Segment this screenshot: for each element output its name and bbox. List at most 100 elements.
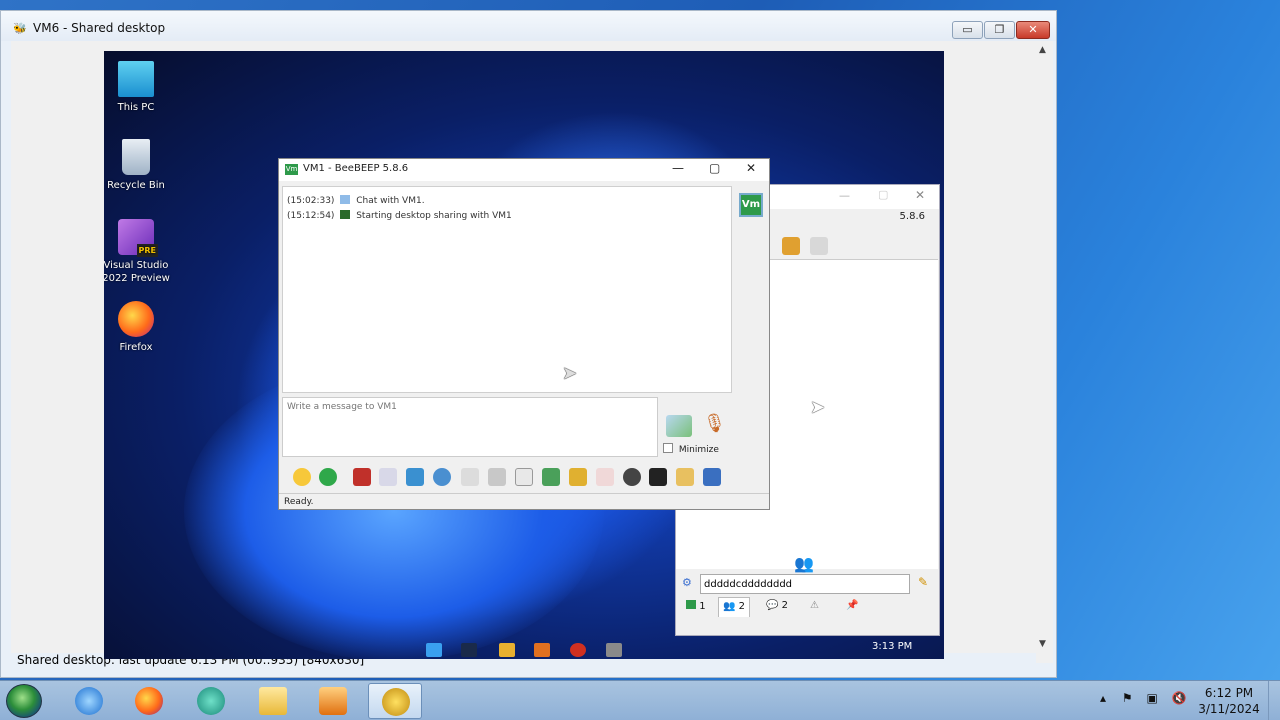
firefox-icon	[135, 687, 163, 715]
maximize-icon[interactable]: ▢	[878, 188, 888, 201]
minimize-label: Minimize	[678, 445, 719, 455]
tab-groups[interactable]: 👥 2	[718, 597, 751, 617]
taskbar-beebeep[interactable]	[368, 683, 422, 719]
emoticon-icon[interactable]	[293, 468, 311, 486]
chat-history[interactable]: (15:02:33) Chat with VM1. (15:12:54) Sta…	[282, 186, 732, 393]
beebeep-bee-icon: 🐝	[13, 22, 27, 35]
font-color-icon[interactable]	[379, 468, 397, 486]
show-hidden-icons-icon[interactable]: ▴	[1100, 691, 1106, 705]
minimize-option[interactable]: Minimize	[663, 443, 719, 455]
close-icon[interactable]: ✕	[915, 188, 925, 202]
beebeep-icon[interactable]	[606, 643, 622, 657]
network-icon[interactable]: ▣	[1146, 691, 1157, 705]
remote-mouse-cursor-icon: ➤	[562, 363, 578, 384]
code-icon[interactable]	[596, 468, 614, 486]
flag-icon[interactable]: ⚑	[1122, 691, 1133, 705]
clock-date: 3/11/2024	[1198, 702, 1260, 716]
user-avatar[interactable]: Vm	[739, 193, 763, 217]
taskbar-chat-app[interactable]	[184, 683, 238, 719]
message-time: (15:02:33)	[287, 196, 335, 206]
message-input[interactable]	[282, 397, 658, 457]
chat-titlebar[interactable]: Vm VM1 - BeeBEEP 5.8.6 — ▢ ✕	[279, 159, 769, 181]
detach-icon[interactable]	[703, 468, 721, 486]
window-titlebar[interactable]: 🐝 VM6 - Shared desktop ▭ ❐ ✕	[1, 11, 1056, 41]
file-icon: 📌	[846, 600, 859, 611]
chat-window-title: VM1 - BeeBEEP 5.8.6	[303, 163, 409, 174]
minimize-button[interactable]: ▭	[952, 21, 983, 39]
taskbar-firefox[interactable]	[122, 683, 176, 719]
clear-icon[interactable]: ✎	[918, 575, 928, 589]
remote-desktop-view[interactable]: This PC Recycle Bin PRE Visual Studio 20…	[104, 51, 944, 659]
desktop-icon-recycle-bin[interactable]: Recycle Bin	[104, 139, 176, 192]
clock-time: 6:12 PM	[1204, 686, 1254, 700]
firefox-icon[interactable]	[534, 643, 550, 657]
chrome-icon[interactable]	[570, 643, 586, 657]
beebeep-logo-icon: Vm	[285, 164, 298, 175]
tab-files[interactable]: 📌	[842, 597, 862, 617]
desktop-share-icon	[340, 210, 351, 219]
volume-muted-icon[interactable]: 🔇	[1172, 691, 1187, 705]
spell-check-icon[interactable]	[461, 468, 479, 486]
show-desktop-button[interactable]	[1268, 681, 1280, 720]
nudge-icon[interactable]	[319, 468, 337, 486]
close-button[interactable]: ✕	[1016, 21, 1050, 39]
desktop-icon-label: Recycle Bin	[107, 180, 165, 191]
chat-status-bar: Ready.	[279, 493, 769, 511]
vertical-scrollbar[interactable]: ▲ ▼	[1036, 41, 1053, 663]
group-icon: 👥	[723, 601, 736, 612]
search-icon[interactable]	[461, 643, 477, 657]
screenshot-icon[interactable]	[623, 468, 641, 486]
trash-icon[interactable]	[810, 237, 828, 255]
minimize-checkbox[interactable]	[663, 443, 673, 453]
start-button[interactable]	[6, 684, 42, 718]
tab-users[interactable]: 1	[682, 597, 710, 617]
tab-history[interactable]: ⚠	[806, 597, 823, 617]
send-icon[interactable]	[666, 415, 692, 437]
folder-icon[interactable]	[499, 643, 515, 657]
host-taskbar: ▴ ⚑ ▣ 🔇 6:12 PM 3/11/2024	[0, 680, 1280, 720]
maximize-button[interactable]: ❐	[984, 21, 1015, 39]
share-icon[interactable]	[782, 237, 800, 255]
scroll-up-arrow-icon[interactable]: ▲	[1039, 45, 1046, 55]
system-tray: ▴ ⚑ ▣ 🔇	[1100, 691, 1187, 705]
chat-icon: 💬	[766, 600, 779, 611]
completer-icon[interactable]	[488, 468, 506, 486]
recycle-bin-icon	[122, 139, 150, 175]
close-icon[interactable]: ✕	[746, 161, 756, 175]
microphone-icon[interactable]: 🎙	[703, 413, 726, 434]
chat-app-icon	[197, 687, 225, 715]
desktop-icon-this-pc[interactable]: This PC	[104, 61, 176, 114]
media-player-icon	[319, 687, 347, 715]
scroll-down-arrow-icon[interactable]: ▼	[1039, 639, 1046, 649]
tab-count: 2	[781, 600, 789, 611]
tab-chats[interactable]: 💬 2	[762, 597, 792, 617]
group-icon: 👥	[794, 554, 814, 573]
firefox-icon	[118, 301, 154, 337]
preview-badge: PRE	[136, 244, 158, 257]
taskbar-media-player[interactable]	[306, 683, 360, 719]
tab-count: 2	[738, 601, 746, 612]
save-icon[interactable]	[676, 468, 694, 486]
contact-search-input[interactable]	[700, 574, 910, 594]
taskbar-internet-explorer[interactable]	[62, 683, 116, 719]
settings-icon[interactable]: ⚙	[682, 576, 692, 589]
send-folder-icon[interactable]	[569, 468, 587, 486]
beebeep-chat-window[interactable]: Vm VM1 - BeeBEEP 5.8.6 — ▢ ✕ (15:02:33) …	[278, 158, 770, 510]
maximize-icon[interactable]: ▢	[709, 161, 720, 175]
taskbar-clock[interactable]: 6:12 PM 3/11/2024	[1196, 685, 1262, 717]
chat-toolbar	[285, 465, 765, 491]
minimize-icon[interactable]: —	[672, 161, 684, 175]
message-text: Chat with VM1.	[356, 196, 425, 206]
desktop-share-icon[interactable]	[649, 468, 667, 486]
minimize-icon[interactable]: —	[839, 189, 850, 202]
taskbar-explorer[interactable]	[246, 683, 300, 719]
windows-start-icon[interactable]	[426, 643, 442, 657]
settings-icon[interactable]	[433, 468, 451, 486]
filter-icon[interactable]	[406, 468, 424, 486]
desktop-icon-visual-studio[interactable]: PRE Visual Studio 2022 Preview	[104, 219, 176, 285]
desktop-icon-firefox[interactable]: Firefox	[104, 301, 176, 354]
sound-icon[interactable]	[515, 468, 533, 486]
beebeep-bee-icon	[382, 688, 410, 716]
send-file-icon[interactable]	[542, 468, 560, 486]
font-icon[interactable]	[353, 468, 371, 486]
